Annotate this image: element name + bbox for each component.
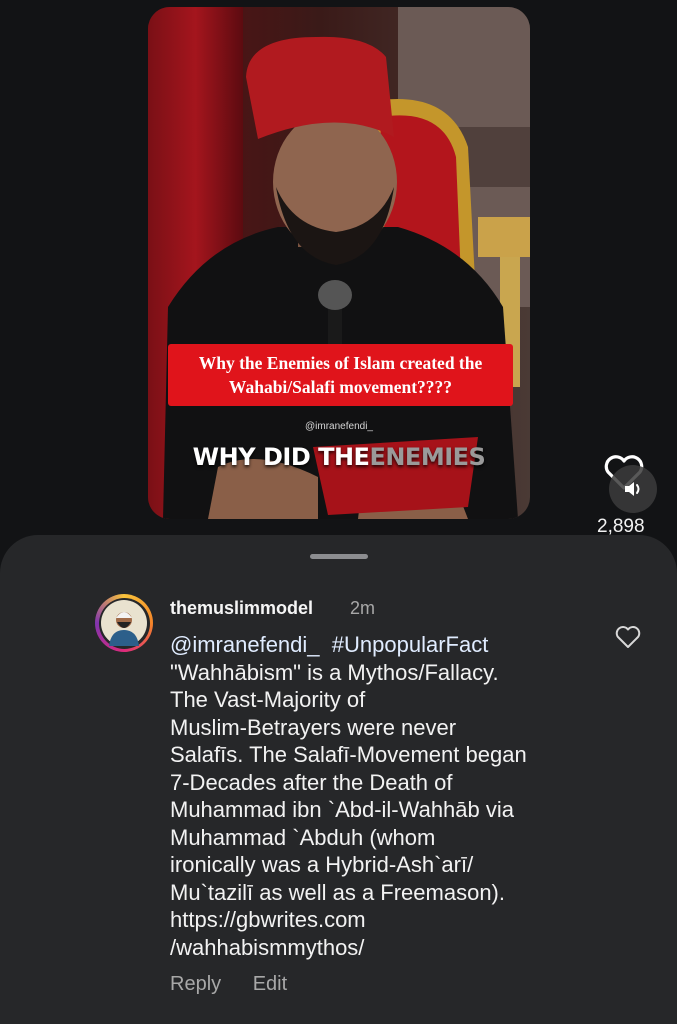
- comment-actions: Reply Edit: [170, 973, 313, 996]
- comment-username[interactable]: themuslimmodel: [170, 598, 313, 619]
- comment-text: @imranefendi_ #UnpopularFact "Wahhābism"…: [170, 631, 600, 961]
- video-subtitle: WHY DID THEENEMIES: [148, 443, 530, 471]
- comment-line: Muslim-Betrayers were never: [170, 714, 457, 740]
- comment-timestamp: 2m: [350, 598, 376, 618]
- drag-handle[interactable]: [310, 554, 368, 559]
- subtitle-text: WHY DID THE: [192, 443, 370, 471]
- comment-line: ironically was a Hybrid-Ash`arī/: [170, 852, 474, 877]
- comment-line: The Vast-Majority of: [170, 687, 366, 712]
- reply-button[interactable]: Reply: [170, 973, 221, 995]
- comment-line: 7-Decades after the Death of: [170, 769, 453, 795]
- comment-line: Mu`tazilī as well as a Freemason).: [170, 879, 505, 905]
- video-watermark: @imranefendi_: [305, 421, 373, 432]
- comment-line: Muhammad `Abduh (whom: [170, 824, 436, 850]
- comments-sheet: themuslimmodel 2m @imranefendi_ #Unpopul…: [0, 535, 677, 1024]
- comment-link[interactable]: https://gbwrites.com: [170, 906, 600, 934]
- comment-link[interactable]: /wahhabismmythos/: [170, 934, 600, 962]
- avatar-image: [101, 600, 147, 646]
- screen: Why the Enemies of Islam created the Wah…: [0, 0, 677, 1024]
- comment-line: Salafīs. The Salafī-Movement began: [170, 742, 527, 767]
- mention-link[interactable]: @imranefendi_: [170, 632, 320, 657]
- hashtag-link[interactable]: #UnpopularFact: [332, 632, 489, 657]
- subtitle-highlight: ENEMIES: [369, 443, 486, 471]
- comment-like-icon[interactable]: [614, 623, 642, 651]
- speaker-icon: [625, 482, 640, 496]
- avatar[interactable]: [95, 594, 153, 652]
- comment-line: Muhammad ibn `Abd-il-Wahhāb via: [170, 797, 514, 822]
- edit-button[interactable]: Edit: [253, 973, 287, 995]
- caption-banner: Why the Enemies of Islam created the Wah…: [168, 344, 513, 406]
- comment-line: "Wahhābism" is a Mythos/Fallacy.: [170, 659, 499, 685]
- comment-first-line: @imranefendi_ #UnpopularFact: [170, 631, 600, 659]
- mute-button[interactable]: [609, 465, 657, 513]
- video-player[interactable]: Why the Enemies of Islam created the Wah…: [148, 7, 530, 519]
